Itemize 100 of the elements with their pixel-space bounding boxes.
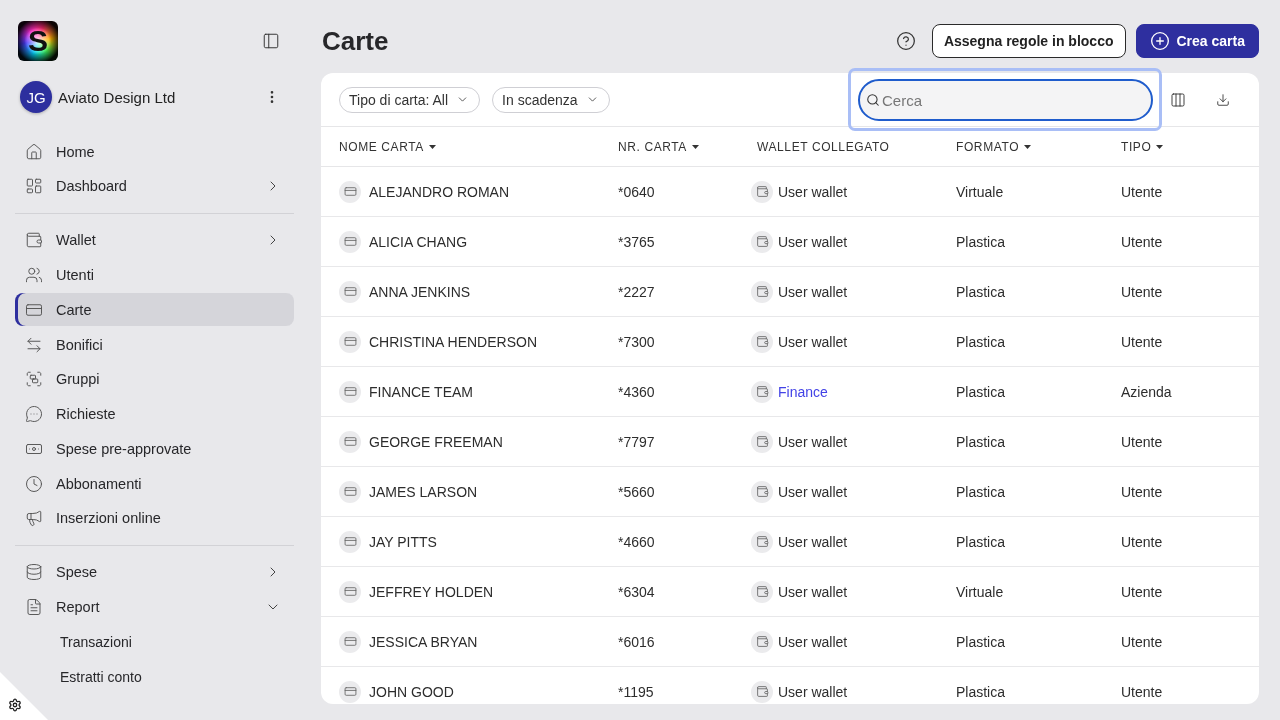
table-cell: Utente	[1121, 483, 1163, 500]
card-icon	[339, 380, 361, 403]
table-cell: Plastica	[956, 333, 1006, 350]
users-icon	[25, 266, 43, 284]
table-cell: *4360	[618, 383, 655, 400]
table-cell: Plastica	[956, 233, 1006, 250]
card-icon	[339, 280, 361, 303]
table-cell: User wallet	[778, 533, 848, 550]
table-cell: Plastica	[956, 533, 1006, 550]
search-input[interactable]: Cerca	[882, 91, 1151, 109]
nav-subitem[interactable]: Estratti conto	[51, 660, 294, 693]
nav-item[interactable]: Gruppi	[15, 362, 294, 396]
table-cell: Utente	[1121, 283, 1163, 300]
table-cell: ALEJANDRO ROMAN	[369, 183, 510, 200]
help-icon[interactable]	[895, 31, 916, 51]
table-cell: *5660	[618, 483, 655, 500]
nav-label: Richieste	[56, 406, 116, 422]
nav-label: Abbonamenti	[56, 475, 142, 492]
column-header[interactable]: NR. CARTA	[618, 139, 687, 154]
wallet-icon	[751, 230, 773, 253]
table-cell: Utente	[1121, 633, 1163, 650]
table-cell: JAY PITTS	[369, 533, 437, 550]
table-cell: Plastica	[956, 383, 1006, 400]
database-icon	[25, 563, 43, 582]
table-cell: Virtuale	[956, 583, 1004, 600]
wallet-icon	[751, 530, 773, 553]
table-cell: Azienda	[1121, 383, 1172, 400]
card-icon	[339, 530, 361, 553]
secondary-button[interactable]: Assegna regole in blocco	[931, 24, 1126, 58]
filter-dropdown[interactable]: In scadenza	[492, 86, 610, 113]
card-icon	[339, 230, 361, 253]
nav-item[interactable]: Dashboard	[15, 169, 294, 203]
table-cell: CHRISTINA HENDERSON	[369, 333, 538, 350]
table-cell: *7797	[618, 433, 655, 450]
sort-caret-icon	[1024, 144, 1032, 149]
nav-item[interactable]: Inserzioni online	[15, 501, 294, 535]
wallet-icon	[751, 480, 773, 503]
nav-label: Report	[56, 599, 100, 615]
table-cell: User wallet	[778, 633, 848, 650]
nav-item[interactable]: Abbonamenti	[15, 467, 294, 500]
nav-label: Spese pre-approvate	[56, 440, 192, 457]
table-cell: User wallet	[778, 433, 848, 450]
create-button[interactable]: Crea carta	[1135, 24, 1259, 58]
nav-label: Home	[56, 143, 95, 160]
nav-label: Dashboard	[56, 178, 127, 195]
page-title: Carte	[322, 25, 389, 57]
nav-item[interactable]: Carte	[15, 293, 294, 327]
table-cell: JAMES LARSON	[369, 483, 478, 500]
table-cell: Utente	[1121, 433, 1163, 450]
nav-label: Inserzioni online	[56, 510, 161, 527]
sort-caret-icon	[691, 144, 699, 149]
table-cell: FINANCE TEAM	[369, 383, 473, 400]
table-cell: User wallet	[778, 583, 848, 600]
arrows-icon	[25, 335, 43, 354]
table-cell: JESSICA BRYAN	[369, 633, 478, 650]
search-icon	[866, 93, 880, 107]
column-header[interactable]: TIPO	[1121, 139, 1152, 154]
table-cell: Utente	[1121, 583, 1163, 600]
nav-item[interactable]: Richieste	[15, 397, 294, 431]
settings-icon	[8, 698, 22, 712]
panel-icon[interactable]	[262, 32, 280, 50]
megaphone-icon	[25, 509, 43, 528]
organization-name[interactable]: Aviato Design Ltd	[58, 88, 176, 106]
document-icon	[25, 598, 43, 616]
table-cell: User wallet	[778, 683, 848, 700]
table-cell: User wallet	[778, 233, 848, 250]
table-cell: Plastica	[956, 483, 1006, 500]
download-icon[interactable]	[1216, 92, 1230, 107]
nav-item[interactable]: Report	[15, 590, 294, 624]
wallet-icon	[751, 330, 773, 353]
nav-label: Spese	[56, 564, 98, 581]
nav-subitem[interactable]: Transazioni	[51, 625, 294, 659]
nav-item[interactable]: Spese	[15, 555, 294, 589]
nav-item[interactable]: Utenti	[15, 258, 294, 292]
nav-label: Estratti conto	[60, 668, 142, 685]
nav-item[interactable]: Home	[15, 135, 294, 168]
wallet-icon	[25, 231, 43, 250]
card-icon	[339, 580, 361, 603]
nav-label: Utenti	[56, 267, 94, 283]
nav-item[interactable]: Bonifici	[15, 328, 294, 361]
table-cell: Plastica	[956, 283, 1006, 300]
search-field[interactable]: Cerca	[858, 79, 1153, 121]
table-cell: ALICIA CHANG	[369, 233, 468, 250]
table-cell: Utente	[1121, 233, 1163, 250]
columns-icon[interactable]	[1170, 91, 1186, 108]
nav-item[interactable]: Spese pre-approvate	[15, 432, 294, 466]
table-cell: *3765	[618, 233, 655, 250]
group-icon	[25, 370, 43, 389]
avatar[interactable]: JG	[20, 81, 52, 113]
table-cell: Utente	[1121, 183, 1163, 200]
column-header[interactable]: FORMATO	[956, 139, 1020, 154]
wallet-link[interactable]: Finance	[778, 383, 828, 400]
nav-item[interactable]: Wallet	[15, 223, 294, 257]
table-cell: Virtuale	[956, 183, 1004, 200]
wallet-icon	[751, 580, 773, 603]
card-icon	[339, 330, 361, 353]
nav-label: Transazioni	[60, 633, 132, 650]
filter-dropdown[interactable]: Tipo di carta: All	[339, 86, 481, 113]
column-header[interactable]: NOME CARTA	[339, 139, 424, 154]
table-cell: Utente	[1121, 683, 1163, 700]
